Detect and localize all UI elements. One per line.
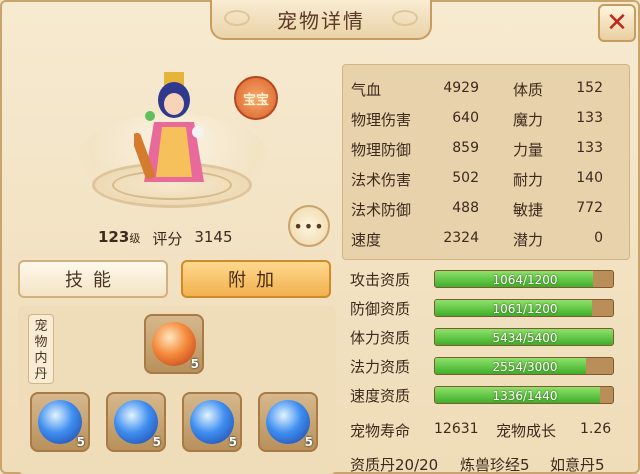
lifespan-label: 宠物寿命 [350, 422, 411, 440]
stat-label: 魔力 [513, 111, 544, 129]
score-value: 3145 [194, 228, 233, 246]
stat-label: 法术伤害 [351, 171, 412, 189]
blue-orb-icon [114, 400, 158, 444]
aptitude-bar: 2554/3000 [434, 357, 614, 375]
stat-value: 133 [576, 140, 603, 156]
aptitude-bar: 1336/1440 [434, 386, 614, 404]
stat-value: 133 [576, 110, 603, 126]
growth-label: 宠物成长 [496, 422, 557, 440]
pet-figure [134, 72, 204, 182]
neidan-slot[interactable]: 5 [106, 392, 166, 452]
blue-orb-icon [38, 400, 82, 444]
close-icon: ✕ [606, 8, 628, 38]
stat-value: 140 [576, 170, 603, 186]
stat-value: 859 [452, 140, 479, 156]
page-title: 宠物详情 [277, 8, 365, 33]
level-score-row: 123级 评分 3145 [98, 228, 233, 249]
stat-value: 2324 [443, 230, 479, 246]
aptitude-row: 攻击资质 1064/1200 [342, 266, 630, 292]
neidan-slot[interactable]: 5 [144, 314, 204, 374]
stat-label: 体质 [513, 81, 544, 99]
close-button[interactable]: ✕ [598, 4, 636, 42]
score-label: 评分 [152, 230, 183, 248]
stat-value: 772 [576, 200, 603, 216]
stat-label: 气血 [351, 81, 382, 99]
aptitude-bar: 1064/1200 [434, 270, 614, 288]
stat-value: 4929 [443, 80, 479, 96]
neidan-slot[interactable]: 5 [30, 392, 90, 452]
blue-orb-icon [190, 400, 234, 444]
ruyi-pill-count[interactable]: 如意丹5 [550, 454, 605, 474]
cloud-ornament-icon [224, 10, 250, 26]
neidan-label: 宠物内丹 [28, 314, 54, 384]
stat-value: 640 [452, 110, 479, 126]
aptitude-bar: 1061/1200 [434, 299, 614, 317]
beast-manual-count[interactable]: 炼兽珍经5 [460, 454, 530, 474]
aptitude-row: 体力资质 5434/5400 [342, 324, 630, 350]
tab-skill[interactable]: 技能 [18, 260, 168, 298]
tab-extra[interactable]: 附加 [181, 260, 331, 298]
stat-value: 488 [452, 200, 479, 216]
more-icon: ••• [293, 216, 325, 236]
aptitude-row: 法力资质 2554/3000 [342, 353, 630, 379]
stat-value: 502 [452, 170, 479, 186]
aptitude-row: 防御资质 1061/1200 [342, 295, 630, 321]
stat-label: 速度 [351, 231, 382, 249]
stat-label: 物理伤害 [351, 111, 412, 129]
blue-orb-icon [266, 400, 310, 444]
red-orb-icon [152, 322, 196, 366]
aptitude-bar: 5434/5400 [434, 328, 614, 346]
aptitude-pill-count[interactable]: 资质丹20/20 [350, 454, 438, 474]
cloud-ornament-icon [392, 10, 418, 26]
neidan-slot[interactable]: 5 [258, 392, 318, 452]
more-button[interactable]: ••• [288, 205, 330, 247]
aptitude-row: 速度资质 1336/1440 [342, 382, 630, 408]
pet-level: 123级 [98, 228, 141, 246]
stat-value: 152 [576, 80, 603, 96]
stat-label: 力量 [513, 141, 544, 159]
stat-label: 法术防御 [351, 201, 412, 219]
stat-label: 潜力 [513, 231, 544, 249]
pet-stage: 宝宝 [14, 44, 336, 224]
growth-value: 1.26 [580, 421, 612, 437]
stat-label: 敏捷 [513, 201, 544, 219]
baby-badge: 宝宝 [234, 76, 278, 120]
stat-label: 物理防御 [351, 141, 412, 159]
attribute-panel: 气血 4929 体质 152 物理伤害 640 魔力 133 物理防御 859 … [342, 64, 630, 260]
stat-label: 耐力 [513, 171, 544, 189]
neidan-slot[interactable]: 5 [182, 392, 242, 452]
lifespan-value: 12631 [434, 421, 479, 437]
stat-value: 0 [594, 230, 603, 246]
